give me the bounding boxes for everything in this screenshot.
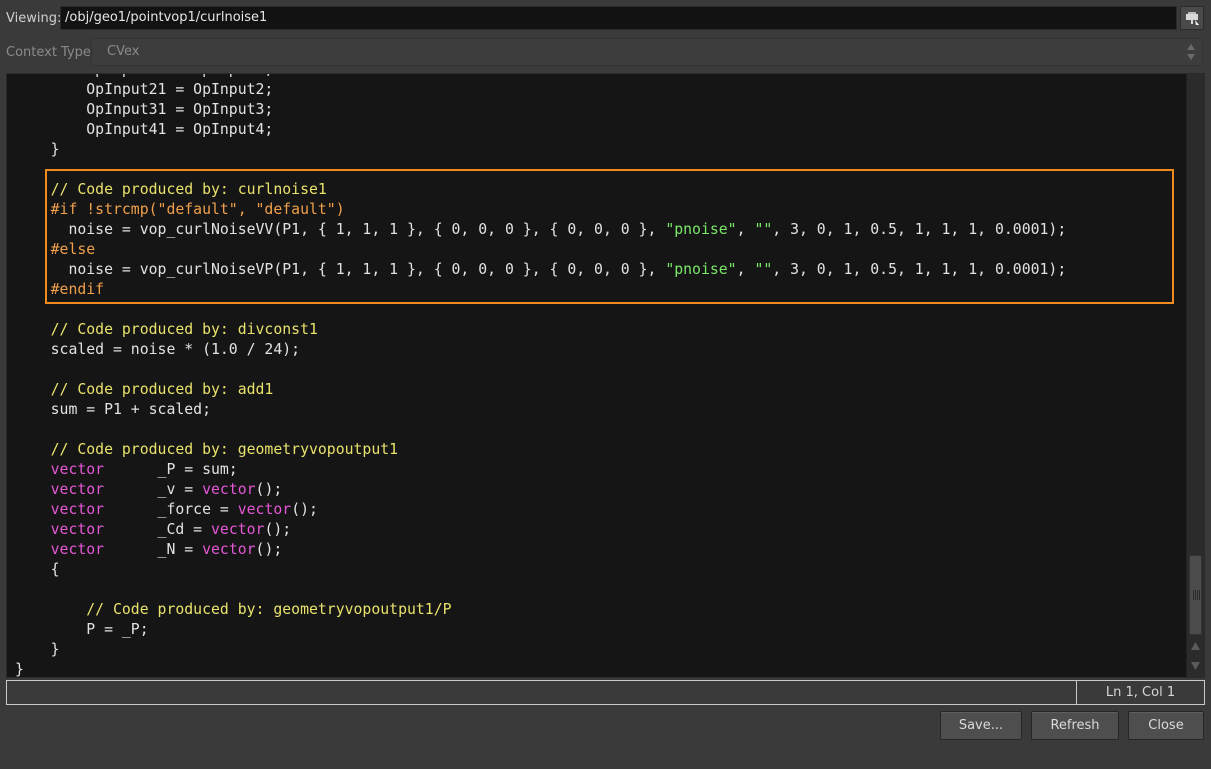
code-token: , 3, 0, 1, 0.5, 1, 1, 1, 0.0001); — [772, 221, 1067, 238]
code-line: OpInput31 = OpInput3; — [15, 100, 1186, 120]
code-token: _v = — [104, 481, 203, 498]
code-token: // Code produced by: geometryvopoutput1 — [15, 441, 399, 458]
code-token: OpInput41 = OpInput4; — [15, 121, 274, 138]
code-token: (); — [255, 481, 283, 498]
code-token: vector — [202, 481, 256, 498]
code-token: noise = vop_curlNoiseVV(P1, { 1, 1, 1 },… — [15, 221, 666, 238]
code-token: _P = sum; — [104, 461, 238, 478]
code-line: noise = vop_curlNoiseVV(P1, { 1, 1, 1 },… — [15, 220, 1186, 240]
code-token: vector — [211, 521, 265, 538]
code-line: } — [15, 140, 1186, 160]
cursor-position: Ln 1, Col 1 — [1076, 680, 1205, 705]
code-token: _Cd = — [104, 521, 211, 538]
code-line: OpInput11 = OpInput1; — [15, 74, 1186, 80]
code-token: , — [736, 261, 755, 278]
close-button[interactable]: Close — [1128, 711, 1204, 740]
vertical-scrollbar[interactable] — [1186, 74, 1204, 677]
code-line: { — [15, 560, 1186, 580]
viewing-label: Viewing: — [6, 11, 62, 26]
code-token: vector — [15, 481, 105, 498]
code-token: _N = — [104, 541, 203, 558]
code-line: } — [15, 660, 1186, 678]
code-token: "pnoise" — [665, 221, 737, 238]
code-token: scaled = noise * (1.0 / 24); — [15, 341, 301, 358]
code-token: "" — [754, 261, 773, 278]
code-token: P = _P; — [15, 621, 149, 638]
code-token: // Code produced by: divconst1 — [15, 321, 318, 338]
code-line: OpInput21 = OpInput2; — [15, 80, 1186, 100]
code-token: } — [15, 141, 60, 158]
code-token: _force = — [104, 501, 238, 518]
code-line: sum = P1 + scaled; — [15, 400, 1186, 420]
code-line: } — [15, 640, 1186, 660]
code-token: #else — [15, 241, 96, 258]
code-token: vector — [15, 501, 105, 518]
code-token: // Code produced by: curlnoise1 — [15, 181, 327, 198]
code-token: (); — [255, 541, 283, 558]
code-line: // Code produced by: divconst1 — [15, 320, 1186, 340]
code-token: vector — [237, 501, 292, 518]
code-token: OpInput21 = OpInput2; — [15, 81, 274, 98]
code-line: vector _force = vector(); — [15, 500, 1186, 520]
code-line: #endif — [15, 280, 1186, 300]
code-line: // Code produced by: geometryvopoutput1 — [15, 440, 1186, 460]
code-token: noise = vop_curlNoiseVP(P1, { 1, 1, 1 },… — [15, 261, 666, 278]
code-token: vector — [15, 521, 105, 538]
code-token: vector — [202, 541, 256, 558]
code-line: // Code produced by: add1 — [15, 380, 1186, 400]
code-token: } — [15, 641, 60, 658]
code-token: vector — [15, 541, 105, 558]
scroll-down-icon[interactable] — [1190, 660, 1201, 672]
code-text: OpInput11 = OpInput1; OpInput21 = OpInpu… — [7, 74, 1186, 678]
status-message — [6, 680, 1076, 705]
code-token: { — [15, 561, 60, 578]
scroll-up-icon[interactable] — [1190, 640, 1201, 652]
code-token: vector — [15, 461, 105, 478]
context-type-select[interactable]: CVex — [91, 38, 1203, 66]
code-token: (); — [264, 521, 292, 538]
viewing-path-field[interactable]: /obj/geo1/pointvop1/curlnoise1 — [60, 6, 1177, 30]
save-button[interactable]: Save... — [940, 711, 1022, 740]
code-line: vector _P = sum; — [15, 460, 1186, 480]
code-token: "pnoise" — [665, 261, 737, 278]
code-line: vector _Cd = vector(); — [15, 520, 1186, 540]
code-token: , 3, 0, 1, 0.5, 1, 1, 1, 0.0001); — [772, 261, 1067, 278]
refresh-button[interactable]: Refresh — [1031, 711, 1119, 740]
scrollbar-thumb[interactable] — [1189, 555, 1202, 635]
code-token: } — [15, 661, 24, 678]
code-token: #if !strcmp("default", "default") — [15, 201, 345, 218]
code-token: , — [736, 221, 755, 238]
code-line: vector _v = vector(); — [15, 480, 1186, 500]
code-token: // Code produced by: add1 — [15, 381, 274, 398]
code-line: noise = vop_curlNoiseVP(P1, { 1, 1, 1 },… — [15, 260, 1186, 280]
code-line: #else — [15, 240, 1186, 260]
pin-button[interactable] — [1180, 6, 1204, 30]
code-line: // Code produced by: geometryvopoutput1/… — [15, 600, 1186, 620]
code-token: // Code produced by: geometryvopoutput1/… — [15, 601, 452, 618]
code-line: P = _P; — [15, 620, 1186, 640]
code-token: "" — [754, 221, 773, 238]
context-type-label: Context Type — [6, 45, 91, 60]
pin-icon — [1186, 12, 1199, 25]
code-token: OpInput11 = OpInput1; — [15, 74, 273, 78]
code-viewer[interactable]: OpInput11 = OpInput1; OpInput21 = OpInpu… — [6, 73, 1205, 678]
code-token: sum = P1 + scaled; — [15, 401, 211, 418]
code-token: OpInput31 = OpInput3; — [15, 101, 274, 118]
grip-icon — [1193, 590, 1200, 600]
code-line: #if !strcmp("default", "default") — [15, 200, 1186, 220]
code-line: scaled = noise * (1.0 / 24); — [15, 340, 1186, 360]
code-line: vector _N = vector(); — [15, 540, 1186, 560]
code-line: // Code produced by: curlnoise1 — [15, 180, 1186, 200]
code-token: #endif — [15, 281, 105, 298]
updown-arrows-icon — [1187, 44, 1195, 60]
context-type-value: CVex — [107, 44, 140, 59]
code-line: OpInput41 = OpInput4; — [15, 120, 1186, 140]
code-token: (); — [291, 501, 318, 518]
